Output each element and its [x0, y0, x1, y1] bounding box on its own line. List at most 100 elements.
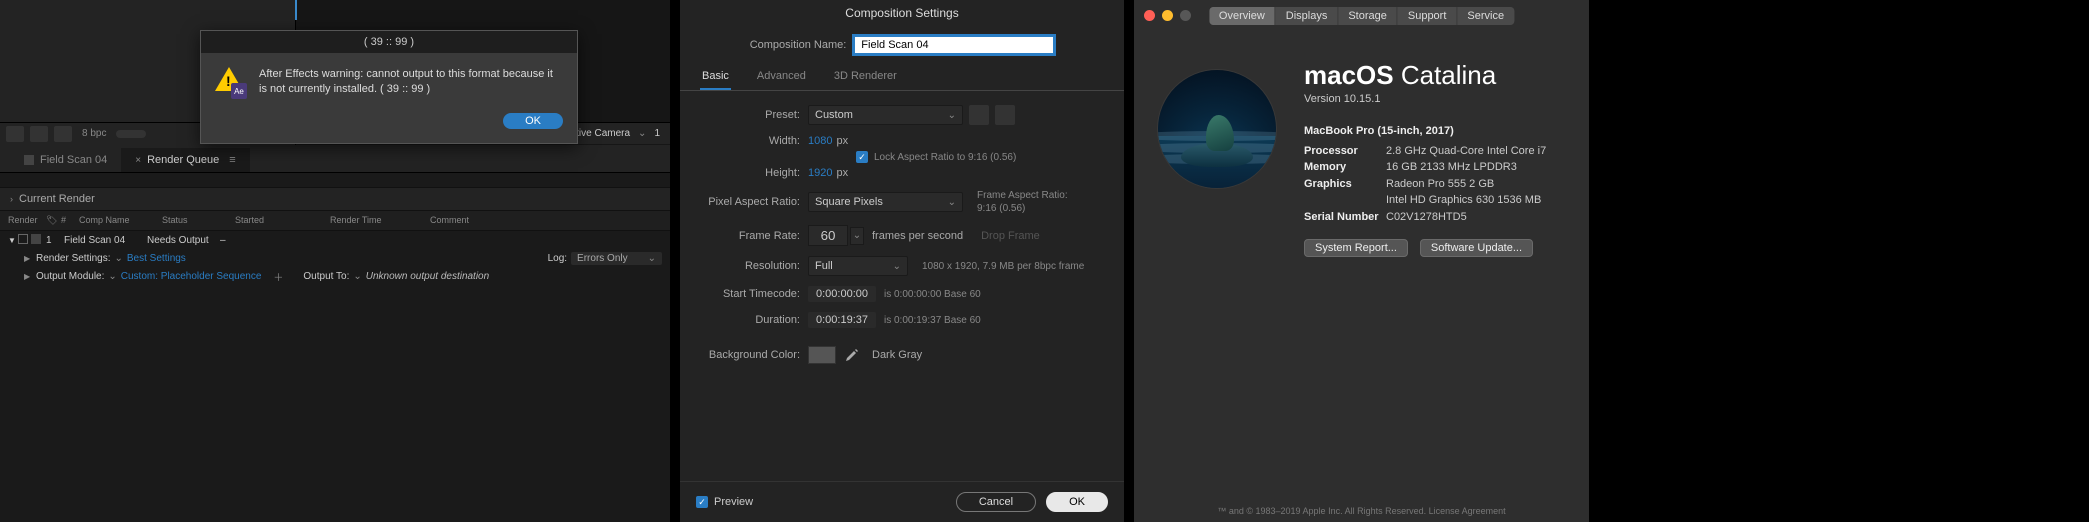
toggle-transparency-icon[interactable] — [6, 126, 24, 142]
bg-color-name: Dark Gray — [872, 349, 922, 361]
duration-row: Duration: 0:00:19:37 is 0:00:19:37 Base … — [700, 312, 1104, 328]
res-dropdown[interactable]: Full — [808, 256, 908, 276]
par-row: Pixel Aspect Ratio: Square Pixels Frame … — [700, 189, 1104, 215]
add-output-icon[interactable]: ＋ — [273, 269, 283, 284]
tab-label: Field Scan 04 — [40, 154, 107, 166]
disclosure-icon[interactable]: › — [10, 194, 13, 204]
about-this-mac-window: Overview Displays Storage Support Servic… — [1134, 0, 1589, 522]
eyedropper-icon[interactable] — [844, 347, 860, 363]
tab-overview[interactable]: Overview — [1209, 7, 1276, 25]
os-version[interactable]: Version 10.15.1 — [1304, 93, 1565, 105]
chevron-down-icon — [648, 253, 656, 264]
warning-icon: ! Ae — [215, 67, 247, 99]
tab-displays[interactable]: Displays — [1276, 7, 1339, 25]
window-controls — [1144, 10, 1191, 21]
disclosure-icon[interactable]: ▶ — [24, 272, 36, 281]
graphics-label: Graphics — [1304, 176, 1386, 193]
label-swatch[interactable] — [31, 234, 46, 247]
tab-advanced[interactable]: Advanced — [755, 64, 808, 90]
toggle-guides-icon[interactable] — [54, 126, 72, 142]
col-rtime: Render Time — [330, 215, 430, 226]
lock-aspect-row: ✓ Lock Aspect Ratio to 9:16 (0.56) — [700, 151, 1104, 163]
bg-color-swatch[interactable] — [808, 346, 836, 364]
tab-storage[interactable]: Storage — [1338, 7, 1398, 25]
serial-row: Serial Number C02V1278HTD5 — [1304, 209, 1565, 226]
stc-label: Start Timecode: — [700, 288, 808, 300]
par-dropdown[interactable]: Square Pixels — [808, 192, 963, 212]
res-value: Full — [815, 260, 833, 272]
checkbox-checked-icon[interactable]: ✓ — [856, 151, 868, 163]
preview-toggle[interactable]: ✓ Preview — [696, 496, 753, 508]
disclosure-icon[interactable]: ▶ — [24, 254, 36, 263]
tab-render-queue[interactable]: × Render Queue ≡ — [121, 148, 249, 172]
height-row: Height: 1920 px — [700, 167, 1104, 179]
bit-depth-label[interactable]: 8 bpc — [82, 128, 106, 139]
dialog-buttons: OK — [201, 113, 577, 143]
height-value[interactable]: 1920 — [808, 167, 832, 179]
cancel-button[interactable]: Cancel — [956, 492, 1036, 512]
log-dropdown[interactable]: Errors Only — [571, 252, 662, 265]
fr-input[interactable] — [808, 225, 848, 246]
render-settings-link[interactable]: Best Settings — [127, 253, 186, 264]
preset-dropdown[interactable]: Custom — [808, 105, 963, 125]
system-report-button[interactable]: System Report... — [1304, 239, 1408, 257]
chevron-down-icon[interactable]: ⌄ — [108, 271, 116, 282]
fr-dropdown-icon[interactable] — [850, 227, 864, 245]
dur-input[interactable]: 0:00:19:37 — [808, 312, 876, 328]
output-destination[interactable]: Unknown output destination — [366, 271, 489, 282]
dialog-message: After Effects warning: cannot output to … — [259, 67, 563, 99]
save-preset-icon[interactable] — [969, 105, 989, 125]
close-icon[interactable]: × — [135, 155, 141, 166]
ok-button[interactable]: OK — [1046, 492, 1108, 512]
memory-value: 16 GB 2133 MHz LPDDR3 — [1386, 159, 1517, 176]
item-started: – — [220, 235, 315, 246]
view-count[interactable]: 1 — [650, 128, 664, 139]
render-checkbox[interactable] — [18, 234, 31, 247]
tab-field-scan[interactable]: Field Scan 04 — [10, 148, 121, 172]
output-module-link[interactable]: Custom: Placeholder Sequence — [121, 271, 262, 282]
comp-name-label: Composition Name: — [750, 39, 847, 51]
chevron-down-icon[interactable]: ⌄ — [353, 271, 361, 282]
far-label: Frame Aspect Ratio: — [977, 189, 1068, 202]
chevron-down-icon[interactable] — [638, 128, 646, 139]
basic-form: Preset: Custom Width: 1080 px ✓ Lock Asp… — [680, 91, 1124, 388]
current-render-bar[interactable]: › Current Render — [0, 187, 670, 211]
resolution-row: Resolution: Full 1080 x 1920, 7.9 MB per… — [700, 256, 1104, 276]
render-item-row[interactable]: ▼ 1 Field Scan 04 Needs Output – — [0, 231, 670, 250]
software-update-button[interactable]: Software Update... — [1420, 239, 1533, 257]
memory-label: Memory — [1304, 159, 1386, 176]
tab-service[interactable]: Service — [1457, 7, 1514, 25]
playhead-indicator — [295, 0, 297, 20]
width-label: Width: — [700, 135, 808, 147]
dialog-body: ! Ae After Effects warning: cannot outpu… — [201, 53, 577, 113]
copyright-footer[interactable]: ™ and © 1983–2019 Apple Inc. All Rights … — [1134, 500, 1589, 522]
par-label: Pixel Aspect Ratio: — [700, 196, 808, 208]
ok-button[interactable]: OK — [503, 113, 563, 129]
preset-row: Preset: Custom — [700, 105, 1104, 125]
chevron-down-icon[interactable]: ⌄ — [115, 253, 123, 264]
graphics-value-2: Intel HD Graphics 630 1536 MB — [1386, 192, 1541, 209]
chevron-down-icon — [948, 109, 956, 121]
tab-menu-icon[interactable]: ≡ — [229, 154, 235, 166]
delete-preset-icon[interactable] — [995, 105, 1015, 125]
fps-label: frames per second — [872, 230, 963, 242]
close-window-button[interactable] — [1144, 10, 1155, 21]
toggle-mask-icon[interactable] — [30, 126, 48, 142]
checkbox-checked-icon[interactable]: ✓ — [696, 496, 708, 508]
tab-basic[interactable]: Basic — [700, 64, 731, 90]
comp-name-input[interactable] — [854, 36, 1054, 54]
log-label: Log: — [548, 253, 567, 264]
processor-label: Processor — [1304, 143, 1386, 160]
stc-input[interactable]: 0:00:00:00 — [808, 286, 876, 302]
height-label: Height: — [700, 167, 808, 179]
os-name-light: Catalina — [1394, 60, 1497, 90]
lock-aspect-control[interactable]: ✓ Lock Aspect Ratio to 9:16 (0.56) — [856, 151, 1016, 163]
disclosure-icon[interactable]: ▼ — [8, 236, 18, 245]
minimize-window-button[interactable] — [1162, 10, 1173, 21]
width-value[interactable]: 1080 — [808, 135, 832, 147]
render-settings-label: Render Settings: — [36, 253, 111, 264]
exposure-slider[interactable] — [116, 130, 146, 138]
tab-3d-renderer[interactable]: 3D Renderer — [832, 64, 899, 90]
tab-support[interactable]: Support — [1398, 7, 1458, 25]
dialog-title: Composition Settings — [680, 0, 1124, 26]
